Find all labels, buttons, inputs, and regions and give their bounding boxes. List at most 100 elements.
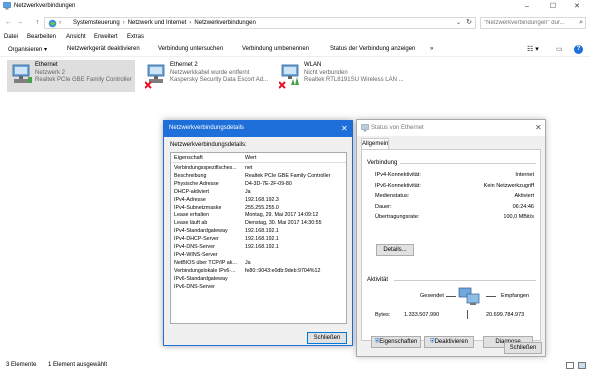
status-field-value: Aktiviert (514, 193, 534, 199)
table-row[interactable]: IPv4-Standardgateway 192.168.192.1 (171, 228, 346, 236)
view-status-button[interactable]: Status der Verbindung anzeigen (330, 46, 415, 52)
search-icon[interactable]: ⌕ (579, 19, 583, 27)
property-cell: Lease erhalten (174, 212, 210, 219)
preview-pane-icon[interactable]: ▭ (556, 45, 563, 53)
table-row[interactable]: Verbindungsspezifisches... net (171, 165, 346, 173)
connection-item-wlan[interactable]: WLAN Nicht verbunden Realtek RTL8191SU W… (276, 60, 416, 92)
table-row[interactable]: IPv6-DNS-Server (171, 284, 346, 292)
chevron-right-icon: › (59, 19, 61, 26)
connection-item-ethernet[interactable]: Ethernet Netzwerk 2 Realtek PCIe GBE Fam… (7, 60, 135, 92)
value-cell: Dienstag, 30. Mai 2017 14:30:55 (245, 220, 322, 227)
command-bar: Organisieren ▾ Netzwerkgerät deaktiviere… (0, 43, 590, 57)
value-cell: Realtek PCIe GBE Family Controller (245, 172, 331, 179)
menu-erweitert[interactable]: Erweitert (94, 34, 118, 40)
connection-group-header: Verbindung (367, 160, 398, 166)
bytes-received: 20.699.784.973 (486, 312, 525, 318)
chevron-down-icon[interactable]: ⌄ (456, 19, 461, 26)
more-commands-button[interactable]: » (430, 46, 433, 52)
table-row[interactable]: NetBIOS über TCP/IP ak... Ja (171, 260, 346, 268)
status-field-value: 100,0 MBit/s (503, 214, 534, 220)
table-row[interactable]: Physische Adresse D4-3D-7E-2F-09-80 (171, 180, 346, 189)
table-row[interactable]: IPv4-DHCP-Server 192.168.192.1 (171, 236, 346, 244)
close-button[interactable]: ✕ (566, 1, 588, 12)
details-label: Netzwerkverbindungsdetails: (170, 142, 247, 148)
breadcrumb-netzwerkverbindungen[interactable]: Netzwerkverbindungen (194, 20, 255, 26)
window-title: Netzwerkverbindungen (14, 3, 76, 9)
view-options-icon[interactable]: ☷ ▾ (527, 45, 539, 53)
details-view-icon[interactable] (566, 362, 574, 369)
property-cell: Physische Adresse (174, 180, 219, 187)
activity-group-header: Aktivität (367, 277, 389, 283)
value-cell: fe80::9043:e0db:9deb:9704%12 (245, 267, 321, 274)
address-bar: ← → ↑ › Systemsteuerung › Netzwerk und Int… (0, 14, 590, 32)
bytes-sent: 1.333.507.990 (404, 312, 440, 318)
properties-label: Eigenschaften (379, 339, 418, 345)
wifi-adapter-icon (279, 64, 299, 89)
disable-button[interactable]: ⛨Deaktivieren (424, 336, 474, 348)
network-adapter-icon (12, 64, 32, 83)
back-icon[interactable]: ← (4, 18, 13, 28)
table-row[interactable]: IPv6-Standardgateway (171, 275, 346, 284)
network-connections-icon (3, 2, 11, 10)
table-row[interactable]: Lease läuft ab Dienstag, 30. Mai 2017 14:… (171, 220, 346, 228)
breadcrumb-systemsteuerung[interactable]: Systemsteuerung (73, 20, 120, 26)
table-row[interactable]: IPv4-Subnetzmaske 255.255.255.0 (171, 205, 346, 213)
menu-extras[interactable]: Extras (127, 34, 144, 40)
table-row[interactable]: Beschreibung Realtek PCIe GBE Family Cont… (171, 172, 346, 181)
search-box[interactable]: ⌕ (480, 17, 586, 29)
table-header: Eigenschaft Wert (171, 153, 346, 163)
maximize-button[interactable]: ☐ (542, 1, 564, 12)
details-title: Netzwerkverbindungsdetails (169, 125, 245, 131)
table-row[interactable]: IPv4-Adresse 192.168.192.3 (171, 197, 346, 205)
details-table[interactable]: Eigenschaft Wert Verbindungsspezifisches… (170, 152, 347, 324)
connection-item-ethernet-2[interactable]: Ethernet 2 Netzwerkkabel wurde entfernt … (142, 60, 272, 92)
diagnose-connection-button[interactable]: Verbindung untersuchen (158, 46, 223, 52)
minimize-button[interactable]: – (516, 1, 538, 12)
close-icon[interactable]: ✕ (535, 123, 542, 132)
received-label: Empfangen (501, 293, 530, 299)
group-divider (400, 163, 536, 164)
close-status-button[interactable]: Schließen (504, 342, 542, 354)
menu-bearbeiten[interactable]: Bearbeiten (27, 34, 56, 40)
close-icon[interactable]: ✕ (341, 124, 348, 133)
tiles-view-icon[interactable] (578, 362, 586, 369)
connection-status: Nicht verbunden (304, 69, 348, 76)
organize-button[interactable]: Organisieren ▾ (8, 46, 47, 53)
property-cell: Verbindungslokale IPv6-... (174, 267, 236, 274)
column-property[interactable]: Eigenschaft (174, 155, 203, 161)
table-row[interactable]: Lease erhalten Montag, 29. Mai 2017 14:09… (171, 212, 346, 220)
table-row[interactable]: IPv4-DNS-Server 192.168.192.1 (171, 244, 346, 252)
close-details-button[interactable]: Schließen (307, 332, 347, 344)
property-cell: IPv6-Standardgateway (174, 275, 228, 282)
details-button[interactable]: Details... (376, 244, 414, 256)
menu-ansicht[interactable]: Ansicht (66, 34, 86, 40)
table-row[interactable]: DHCP-aktiviert Ja (171, 188, 346, 197)
status-field-label: Übertragungsrate: (375, 214, 420, 220)
up-icon[interactable]: ↑ (33, 18, 42, 28)
disable-device-button[interactable]: Netzwerkgerät deaktivieren (67, 46, 140, 52)
refresh-icon[interactable]: ↻ (466, 18, 472, 26)
value-cell: 192.168.192.1 (245, 236, 279, 243)
help-icon[interactable]: ? (574, 45, 583, 54)
rename-connection-button[interactable]: Verbindung umbenennen (242, 46, 309, 52)
status-title: Status von Ethernet (371, 125, 424, 131)
tab-allgemein[interactable]: Allgemein (361, 138, 389, 149)
breadcrumb[interactable]: › Systemsteuerung › Netzwerk und Internet ›… (44, 17, 476, 29)
value-cell: Montag, 29. Mai 2017 14:09:12 (245, 212, 319, 219)
breadcrumb-netzwerk-und-internet[interactable]: Netzwerk und Internet (128, 20, 187, 26)
group-divider (394, 280, 536, 281)
properties-button[interactable]: ⛨Eigenschaften (371, 336, 421, 348)
table-row[interactable]: Verbindungslokale IPv6-... fe80::9043:e0d… (171, 267, 346, 276)
property-cell: Lease läuft ab (174, 220, 208, 227)
table-row[interactable]: IPv4-WINS-Server (171, 252, 346, 260)
property-cell: DHCP-aktiviert (174, 188, 210, 195)
menu-datei[interactable]: Datei (4, 34, 18, 40)
property-cell: Beschreibung (174, 172, 207, 179)
search-input[interactable] (481, 18, 571, 28)
forward-icon[interactable]: → (15, 18, 24, 28)
activity-computers-icon (458, 287, 480, 305)
connection-adapter: Realtek RTL8191SU Wireless LAN ... (304, 77, 404, 83)
column-value[interactable]: Wert (245, 155, 257, 161)
status-dialog: Status von Ethernet ✕ Allgemein Verbindu… (356, 119, 546, 357)
status-field-value: Internet (515, 172, 534, 178)
